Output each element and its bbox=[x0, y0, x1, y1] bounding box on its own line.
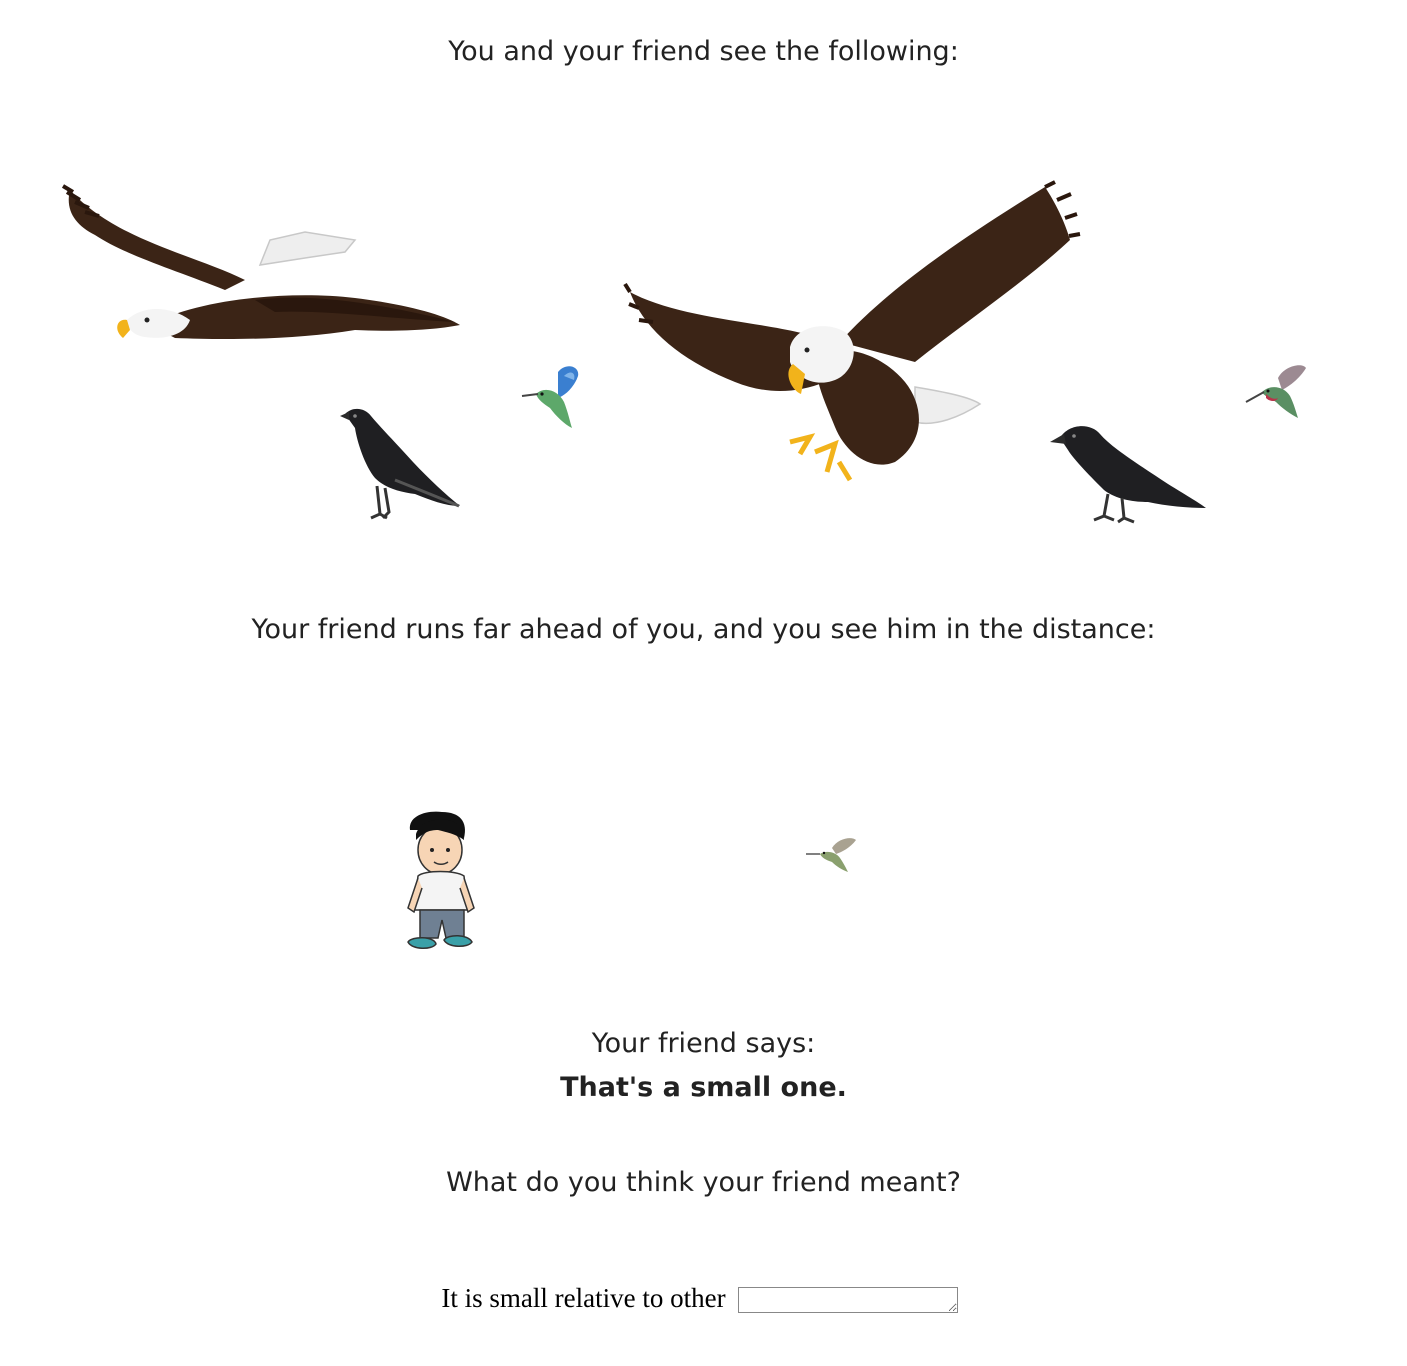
hummingbird-red-image bbox=[1245, 365, 1306, 418]
hummingbird-blue-image bbox=[521, 366, 579, 428]
friend-image bbox=[407, 811, 475, 949]
question-text: What do you think your friend meant? bbox=[446, 1167, 961, 1198]
utterance-text: That's a small one. bbox=[560, 1072, 847, 1103]
answer-textarea[interactable] bbox=[737, 1287, 958, 1313]
eagle-landing-image bbox=[623, 180, 1081, 482]
intro-text: You and your friend see the following: bbox=[448, 36, 959, 67]
answer-prefix-label: It is small relative to other bbox=[441, 1283, 726, 1313]
crow-standing-image bbox=[340, 408, 460, 520]
eagle-gliding-image bbox=[61, 184, 460, 340]
answer-row: It is small relative to other bbox=[0, 1282, 1407, 1314]
friend-says-label: Your friend says: bbox=[591, 1028, 816, 1059]
ahead-text: Your friend runs far ahead of you, and y… bbox=[251, 614, 1156, 645]
crow-walking-image bbox=[1050, 426, 1206, 524]
hummingbird-distant-image bbox=[806, 838, 856, 872]
